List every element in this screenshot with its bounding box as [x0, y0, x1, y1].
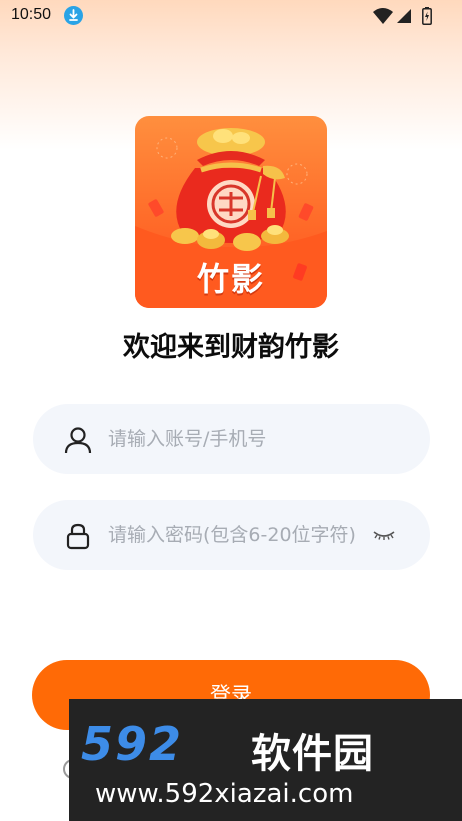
password-field[interactable]	[33, 500, 430, 570]
download-icon	[64, 6, 83, 25]
status-icons	[372, 7, 432, 25]
password-input[interactable]	[108, 500, 378, 570]
wifi-icon	[373, 8, 393, 24]
user-icon	[64, 427, 92, 454]
status-time: 10:50	[11, 6, 52, 23]
app-logo: 竹影	[135, 116, 327, 308]
logo-text: 竹影	[196, 260, 265, 298]
account-field[interactable]	[33, 404, 430, 474]
battery-icon	[422, 7, 432, 25]
welcome-title: 欢迎来到财韵竹影	[123, 332, 339, 363]
status-bar: 10:50	[0, 0, 462, 32]
watermark-url: www.592xiazai.com	[95, 779, 354, 809]
watermark-brand-cn: 软件园	[251, 731, 374, 777]
eye-closed-icon[interactable]	[372, 526, 396, 544]
signal-icon	[397, 9, 411, 23]
lock-icon	[66, 523, 90, 550]
watermark: 592 软件园 www.592xiazai.com	[69, 699, 462, 821]
watermark-brand: 592	[81, 717, 184, 771]
account-input[interactable]	[108, 404, 378, 474]
